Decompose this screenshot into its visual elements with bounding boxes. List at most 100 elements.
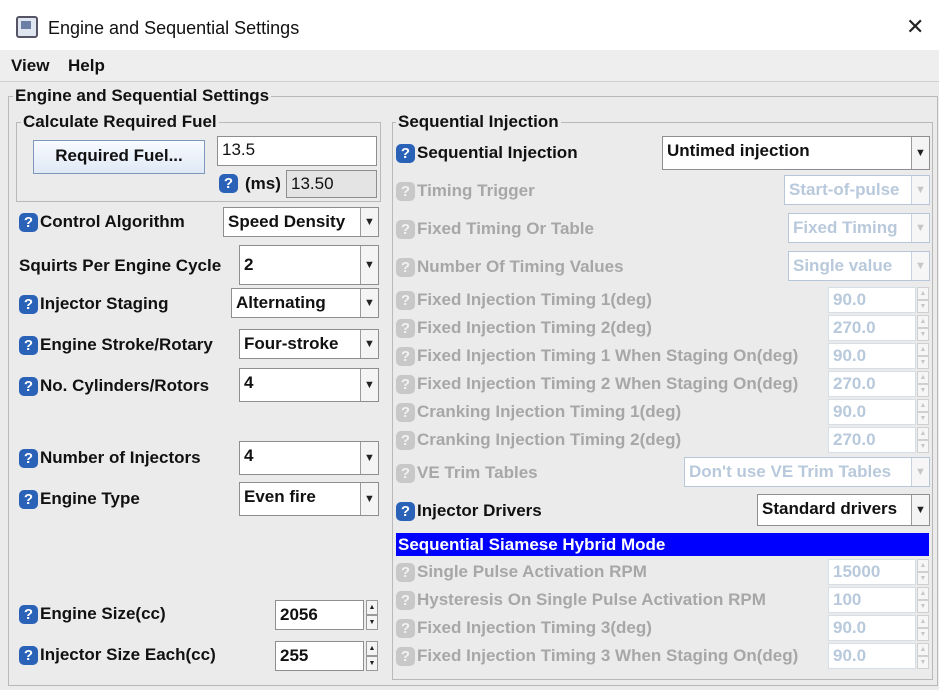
spin-down-icon: ▼ bbox=[917, 300, 929, 313]
chevron-down-icon: ▼ bbox=[911, 252, 929, 280]
fixed-timing-2-staging-label: Fixed Injection Timing 2 When Staging On… bbox=[417, 374, 799, 393]
injector-drivers-select[interactable]: Standard drivers ▼ bbox=[757, 494, 930, 526]
injector-staging-select[interactable]: Alternating ▼ bbox=[231, 288, 379, 318]
num-injectors-label: Number of Injectors bbox=[40, 448, 201, 467]
fixed-timing-3-label: Fixed Injection Timing 3(deg) bbox=[417, 618, 652, 637]
spin-down-icon[interactable]: ▼ bbox=[366, 656, 378, 671]
spin-up-icon: ▲ bbox=[917, 399, 929, 412]
chevron-down-icon: ▼ bbox=[911, 495, 929, 525]
required-fuel-title: Calculate Required Fuel bbox=[21, 112, 219, 132]
spin-up-icon: ▲ bbox=[917, 559, 929, 572]
help-icon: ? bbox=[396, 291, 415, 310]
seq-injection-label: Sequential Injection bbox=[417, 143, 578, 162]
fixed-timing-2-staging-spinner: ▲ ▼ bbox=[917, 371, 929, 397]
fixed-timing-1-staging-spinner: ▲ ▼ bbox=[917, 343, 929, 369]
help-icon: ? bbox=[396, 220, 415, 239]
required-fuel-button[interactable]: Required Fuel... bbox=[33, 140, 205, 174]
spin-down-icon: ▼ bbox=[917, 600, 929, 613]
spin-up-icon[interactable]: ▲ bbox=[366, 641, 378, 656]
chevron-down-icon: ▼ bbox=[360, 289, 378, 317]
control-algorithm-value: Speed Density bbox=[228, 212, 346, 231]
fixed-or-table-label: Fixed Timing Or Table bbox=[417, 219, 594, 238]
help-icon[interactable]: ? bbox=[396, 144, 415, 163]
spin-up-icon: ▲ bbox=[917, 343, 929, 356]
seq-injection-value: Untimed injection bbox=[667, 141, 810, 160]
cranking-timing-2-label: Cranking Injection Timing 2(deg) bbox=[417, 430, 682, 449]
spin-down-icon: ▼ bbox=[917, 656, 929, 669]
num-timing-values-label: Number Of Timing Values bbox=[417, 257, 624, 276]
hysteresis-rpm-label: Hysteresis On Single Pulse Activation RP… bbox=[417, 590, 766, 609]
injector-drivers-label: Injector Drivers bbox=[417, 501, 542, 520]
help-icon: ? bbox=[396, 563, 415, 582]
control-algorithm-select[interactable]: Speed Density ▼ bbox=[223, 207, 379, 237]
help-icon: ? bbox=[396, 591, 415, 610]
spin-up-icon: ▲ bbox=[917, 615, 929, 628]
siamese-hybrid-heading: Sequential Siamese Hybrid Mode bbox=[396, 533, 929, 556]
help-icon[interactable]: ? bbox=[19, 377, 38, 396]
help-icon[interactable]: ? bbox=[19, 605, 38, 624]
control-algorithm-label: Control Algorithm bbox=[40, 212, 185, 231]
engine-type-select[interactable]: Even fire ▼ bbox=[239, 482, 379, 516]
engine-stroke-value: Four-stroke bbox=[244, 334, 339, 353]
ve-trim-select: Don't use VE Trim Tables ▼ bbox=[684, 457, 930, 487]
fixed-timing-2-label: Fixed Injection Timing 2(deg) bbox=[417, 318, 652, 337]
menu-help[interactable]: Help bbox=[68, 56, 105, 76]
spin-up-icon[interactable]: ▲ bbox=[366, 600, 378, 615]
hysteresis-rpm-input: 100 bbox=[828, 587, 916, 613]
fixed-timing-3-spinner: ▲ ▼ bbox=[917, 615, 929, 641]
help-icon[interactable]: ? bbox=[19, 336, 38, 355]
timing-trigger-label: Timing Trigger bbox=[417, 181, 535, 200]
required-fuel-ms-value: 13.50 bbox=[286, 170, 377, 198]
help-icon[interactable]: ? bbox=[396, 502, 415, 521]
injector-drivers-value: Standard drivers bbox=[762, 499, 898, 518]
menu-view[interactable]: View bbox=[11, 56, 49, 76]
help-icon: ? bbox=[396, 375, 415, 394]
num-timing-values-select: Single value ▼ bbox=[788, 251, 930, 281]
spin-up-icon: ▲ bbox=[917, 643, 929, 656]
chevron-down-icon: ▼ bbox=[360, 330, 378, 358]
cranking-timing-1-spinner: ▲ ▼ bbox=[917, 399, 929, 425]
engine-stroke-select[interactable]: Four-stroke ▼ bbox=[239, 329, 379, 359]
engine-size-spinner[interactable]: ▲ ▼ bbox=[366, 600, 378, 630]
engine-size-input[interactable]: 2056 bbox=[275, 600, 364, 630]
required-fuel-input[interactable]: 13.5 bbox=[217, 136, 377, 166]
spin-up-icon: ▲ bbox=[917, 587, 929, 600]
help-icon[interactable]: ? bbox=[19, 295, 38, 314]
panel-title: Engine and Sequential Settings bbox=[13, 86, 272, 106]
num-injectors-select[interactable]: 4 ▼ bbox=[239, 441, 379, 475]
injector-staging-label: Injector Staging bbox=[40, 294, 169, 313]
help-icon[interactable]: ? bbox=[19, 449, 38, 468]
help-icon[interactable]: ? bbox=[19, 490, 38, 509]
fixed-timing-1-staging-input: 90.0 bbox=[828, 343, 916, 369]
squirts-select[interactable]: 2 ▼ bbox=[239, 245, 379, 285]
chevron-down-icon: ▼ bbox=[911, 458, 929, 486]
close-icon[interactable]: ✕ bbox=[906, 14, 924, 40]
chevron-down-icon: ▼ bbox=[360, 208, 378, 236]
help-icon[interactable]: ? bbox=[19, 213, 38, 232]
app-icon bbox=[16, 16, 38, 38]
chevron-down-icon: ▼ bbox=[360, 442, 378, 474]
spin-down-icon: ▼ bbox=[917, 328, 929, 341]
spin-down-icon: ▼ bbox=[917, 384, 929, 397]
help-icon: ? bbox=[396, 258, 415, 277]
cylinders-select[interactable]: 4 ▼ bbox=[239, 368, 379, 402]
timing-trigger-select: Start-of-pulse ▼ bbox=[784, 175, 930, 205]
spin-down-icon: ▼ bbox=[917, 440, 929, 453]
cranking-timing-1-input: 90.0 bbox=[828, 399, 916, 425]
hysteresis-rpm-spinner: ▲ ▼ bbox=[917, 587, 929, 613]
seq-injection-select[interactable]: Untimed injection ▼ bbox=[662, 136, 930, 170]
spin-down-icon[interactable]: ▼ bbox=[366, 615, 378, 630]
injector-size-input[interactable]: 255 bbox=[275, 641, 364, 671]
chevron-down-icon: ▼ bbox=[911, 176, 929, 204]
fixed-timing-2-input: 270.0 bbox=[828, 315, 916, 341]
injector-size-spinner[interactable]: ▲ ▼ bbox=[366, 641, 378, 671]
help-icon[interactable]: ? bbox=[219, 174, 238, 193]
ms-label: (ms) bbox=[245, 174, 281, 193]
help-icon: ? bbox=[396, 431, 415, 450]
spin-down-icon: ▼ bbox=[917, 356, 929, 369]
help-icon: ? bbox=[396, 403, 415, 422]
fixed-or-table-value: Fixed Timing bbox=[793, 218, 898, 237]
squirts-label: Squirts Per Engine Cycle bbox=[19, 256, 222, 275]
help-icon[interactable]: ? bbox=[19, 646, 38, 665]
injector-staging-value: Alternating bbox=[236, 293, 326, 312]
